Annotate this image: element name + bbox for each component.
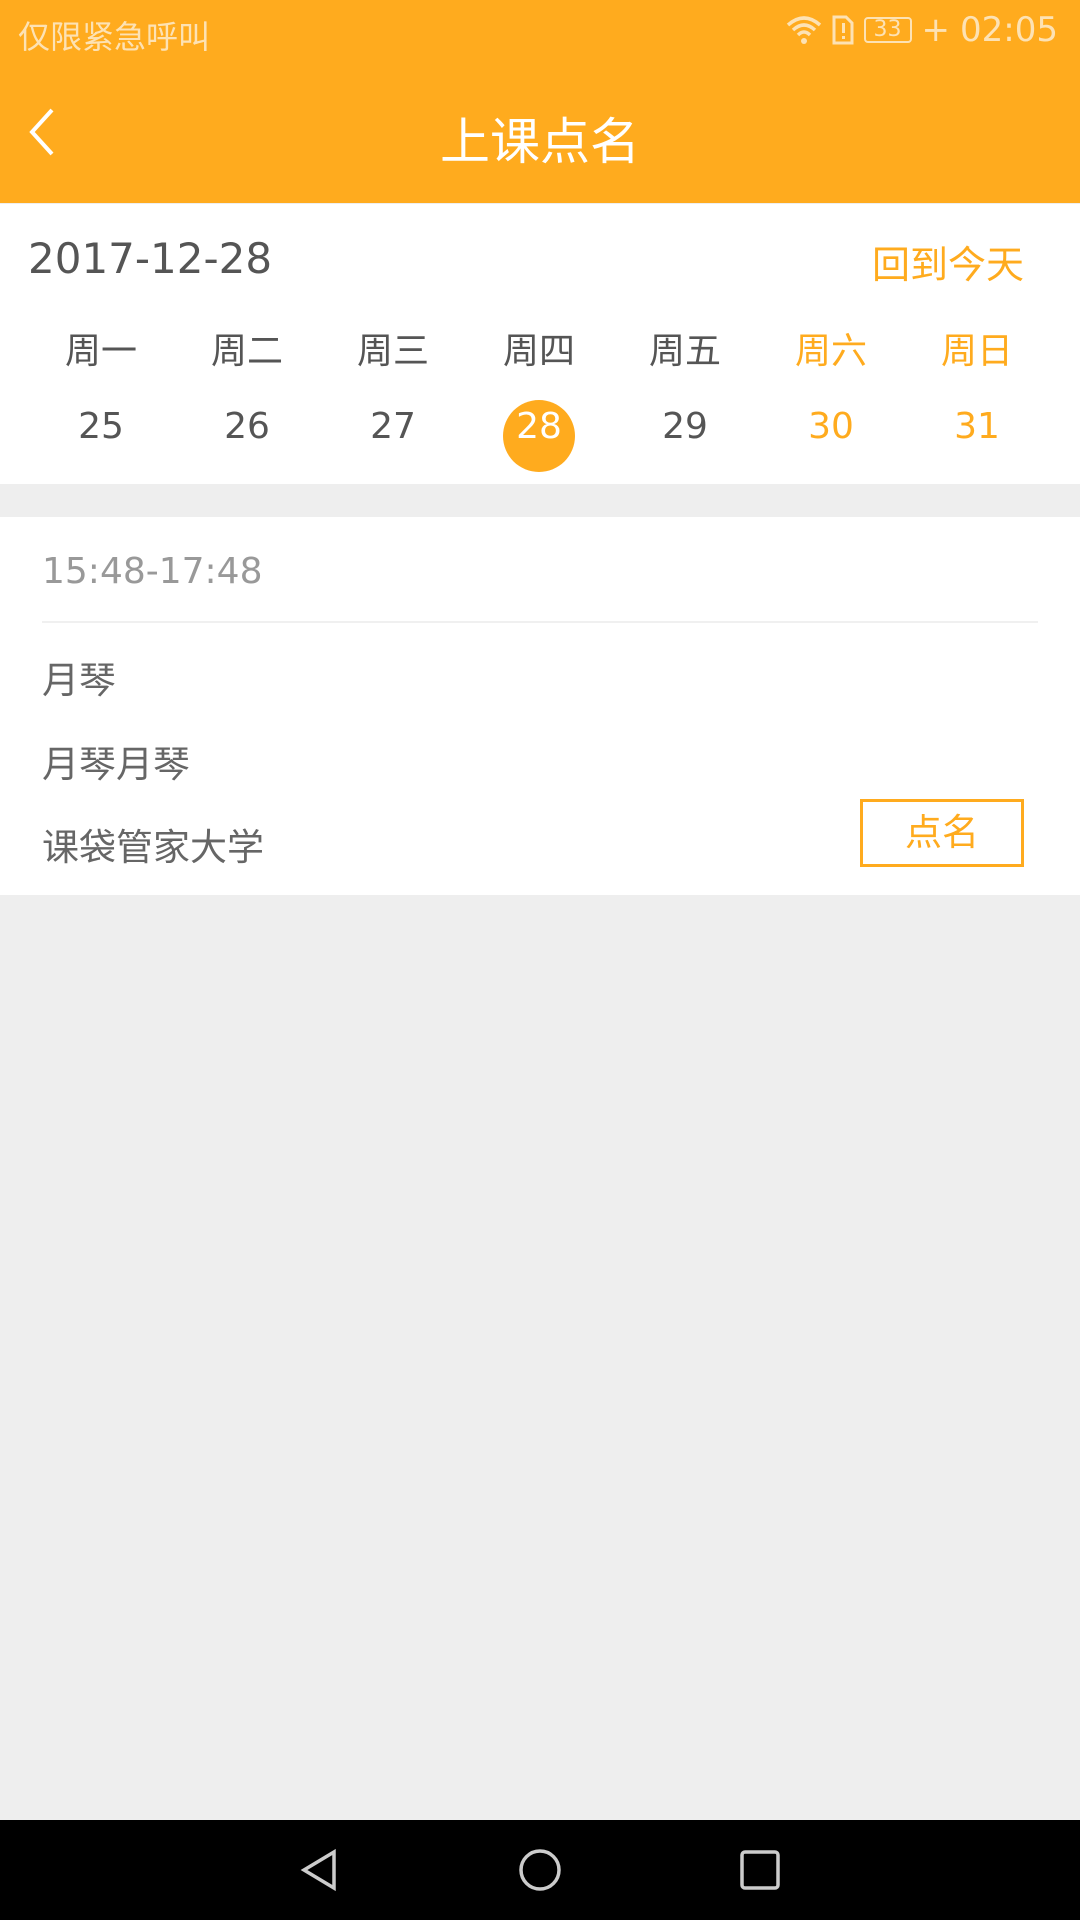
roll-call-button[interactable]: 点名 xyxy=(860,799,1024,867)
weekday-label: 周二 xyxy=(210,331,283,372)
divider xyxy=(42,621,1038,623)
weekday-label: 周日 xyxy=(940,331,1013,372)
day-cell[interactable]: 30 xyxy=(758,406,904,447)
back-to-today-button[interactable]: 回到今天 xyxy=(872,234,1024,289)
page-title: 上课点名 xyxy=(440,113,640,171)
back-triangle-icon[interactable] xyxy=(298,1848,342,1892)
sim-alert-icon xyxy=(832,15,854,45)
day-cell[interactable]: 25 xyxy=(28,406,174,447)
clock: 02:05 xyxy=(960,10,1058,50)
battery-icon: 33 xyxy=(863,17,912,43)
app-header: 上课点名 xyxy=(0,62,1080,203)
weekday-label: 周一 xyxy=(64,331,137,372)
wifi-icon xyxy=(786,16,821,44)
weekday-header: 周一 周二 周三 周四 周五 周六 周日 xyxy=(28,322,1050,374)
home-circle-icon[interactable] xyxy=(518,1848,562,1892)
day-cell-selected[interactable]: 28 xyxy=(466,400,612,472)
weekday-label: 周六 xyxy=(794,331,867,372)
week-calendar: 2017-12-28 回到今天 周一 周二 周三 周四 周五 周六 周日 25 … xyxy=(0,204,1080,484)
course-name: 月琴 xyxy=(42,659,116,702)
lesson-card: 15:48-17:48 月琴 月琴月琴 课袋管家大学 点名 xyxy=(0,517,1080,895)
selected-date: 2017-12-28 xyxy=(28,234,273,283)
day-cell[interactable]: 29 xyxy=(612,406,758,447)
recents-square-icon[interactable] xyxy=(738,1848,782,1892)
day-cell[interactable]: 27 xyxy=(320,406,466,447)
school-name: 课袋管家大学 xyxy=(42,826,264,869)
class-name: 月琴月琴 xyxy=(42,743,190,786)
status-bar: 仅限紧急呼叫 33 + 02:05 xyxy=(0,0,1080,62)
charging-icon: + xyxy=(921,10,951,50)
lesson-time: 15:48-17:48 xyxy=(42,551,263,592)
weekday-label: 周四 xyxy=(502,331,575,372)
day-row: 25 26 27 28 29 30 31 xyxy=(28,400,1050,472)
weekday-label: 周五 xyxy=(648,331,721,372)
weekday-label: 周三 xyxy=(356,331,429,372)
day-cell[interactable]: 31 xyxy=(904,406,1050,447)
system-nav-bar xyxy=(0,1820,1080,1920)
day-cell[interactable]: 26 xyxy=(174,406,320,447)
carrier-text: 仅限紧急呼叫 xyxy=(18,18,211,56)
